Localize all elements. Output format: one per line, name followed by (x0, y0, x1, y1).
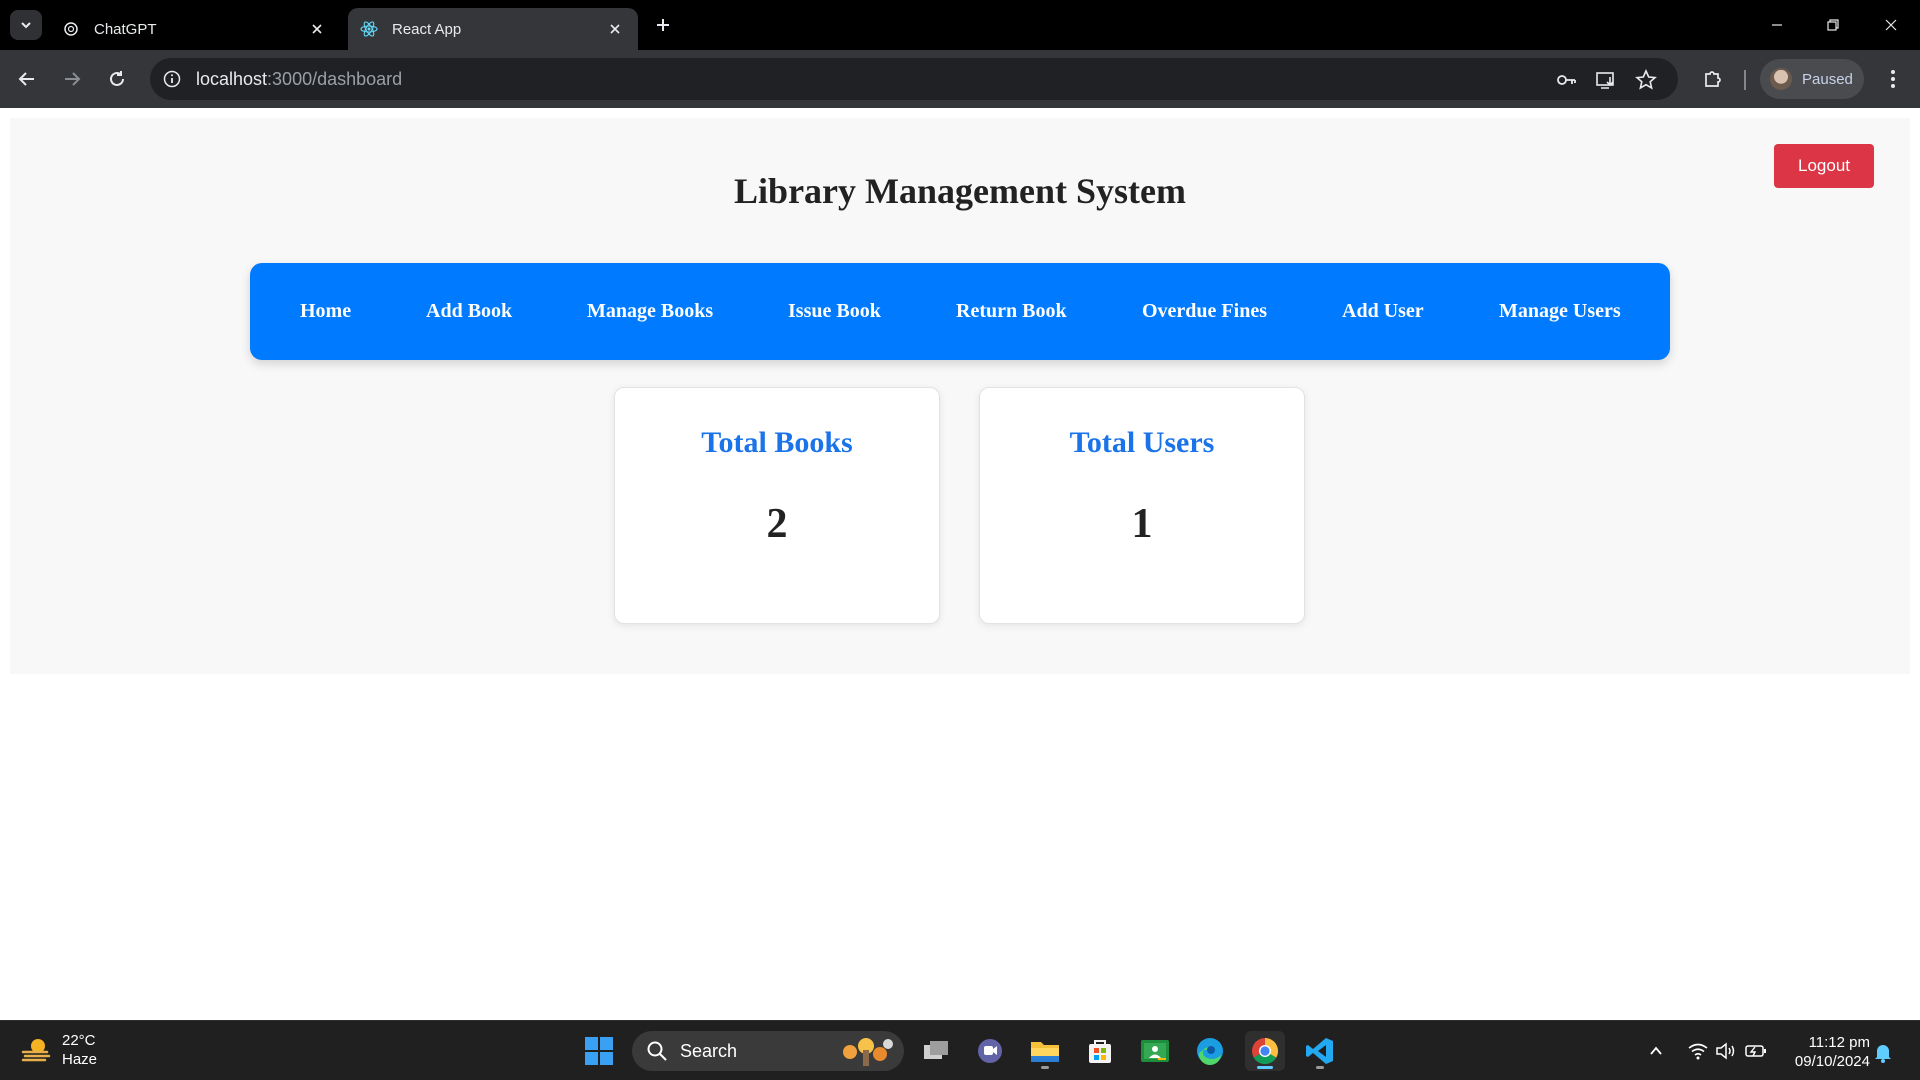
extensions-button[interactable] (1698, 64, 1728, 94)
card-title: Total Books (701, 426, 853, 459)
site-info-icon[interactable] (160, 67, 184, 91)
edge-icon (1197, 1038, 1223, 1066)
browser-tabstrip: ChatGPT React App (0, 0, 1920, 50)
nav-return-book[interactable]: Return Book (956, 300, 1067, 323)
tab-title: React App (392, 20, 462, 38)
kebab-menu-icon (1891, 70, 1895, 88)
microsoft-store-app[interactable] (1080, 1031, 1120, 1071)
address-bar[interactable]: localhost:3000/dashboard (150, 58, 1678, 100)
chrome-icon (1252, 1038, 1279, 1065)
arrow-right-icon (65, 72, 81, 86)
battery-charging-icon (1745, 1045, 1766, 1057)
tab-react-app[interactable]: React App (348, 8, 638, 50)
url-host: localhost (196, 69, 268, 89)
close-icon (1885, 19, 1897, 31)
key-icon[interactable] (1554, 68, 1578, 92)
active-indicator (1257, 1066, 1273, 1069)
forward-button[interactable] (57, 64, 87, 94)
reload-button[interactable] (102, 64, 132, 94)
close-icon[interactable] (604, 18, 626, 40)
main-navbar: Home Add Book Manage Books Issue Book Re… (250, 263, 1670, 360)
url-text: localhost:3000/dashboard (196, 69, 402, 90)
chatgpt-icon (62, 20, 80, 38)
avatar (1770, 68, 1792, 90)
react-icon (360, 20, 378, 38)
vscode-app[interactable] (1300, 1031, 1340, 1071)
restore-button[interactable] (1816, 8, 1850, 42)
browser-toolbar: localhost:3000/dashboard Paused (0, 50, 1920, 108)
total-users-card: Total Users 1 (979, 387, 1305, 624)
url-path: :3000/dashboard (267, 69, 403, 89)
haze-weather-icon (21, 1039, 51, 1062)
taskbar-search[interactable]: Search (632, 1031, 904, 1071)
nav-add-book[interactable]: Add Book (426, 300, 512, 323)
windows-start-icon[interactable] (584, 1036, 614, 1066)
notification-bell-icon[interactable] (1872, 1041, 1894, 1063)
minimize-icon (1772, 24, 1782, 26)
folder-icon (1031, 1042, 1059, 1062)
wifi-button[interactable] (1686, 1039, 1710, 1063)
card-title: Total Users (1069, 426, 1215, 459)
speaker-icon (1716, 1042, 1735, 1060)
reload-icon (110, 71, 124, 86)
search-icon (647, 1041, 667, 1061)
nav-issue-book[interactable]: Issue Book (788, 300, 881, 323)
plus-icon (657, 19, 669, 31)
windows-taskbar: 22°C Haze Search 11:12 pm 09/10/2024 (0, 1020, 1920, 1080)
tab-search-button[interactable] (10, 10, 42, 40)
back-button[interactable] (12, 64, 42, 94)
tab-title: ChatGPT (94, 20, 157, 38)
page-title: Library Management System (734, 171, 1186, 211)
store-icon (1089, 1040, 1111, 1063)
classroom-icon (1141, 1040, 1169, 1062)
taskbar-clock[interactable]: 11:12 pm 09/10/2024 (1784, 1033, 1870, 1071)
card-value: 2 (766, 501, 788, 547)
clock-time: 11:12 pm (1808, 1034, 1870, 1051)
close-icon[interactable] (306, 18, 328, 40)
running-indicator (1041, 1066, 1049, 1069)
total-books-card: Total Books 2 (614, 387, 940, 624)
install-app-icon[interactable] (1594, 68, 1618, 92)
edge-app[interactable] (1190, 1031, 1230, 1071)
teams-chat-icon (978, 1039, 1002, 1063)
puzzle-icon (1705, 71, 1721, 87)
nav-add-user[interactable]: Add User (1342, 300, 1424, 323)
toolbar-divider (1744, 70, 1746, 90)
show-hidden-icons-button[interactable] (1644, 1039, 1668, 1063)
teams-app[interactable] (970, 1031, 1010, 1071)
weather-temp: 22°C (62, 1032, 96, 1049)
file-explorer-app[interactable] (1025, 1031, 1065, 1071)
weather-desc: Haze (62, 1051, 98, 1068)
card-value: 1 (1131, 501, 1153, 547)
chevron-up-icon (1650, 1046, 1662, 1055)
nav-overdue-fines[interactable]: Overdue Fines (1142, 300, 1267, 323)
vscode-icon (1306, 1038, 1333, 1064)
wifi-icon (1688, 1043, 1708, 1060)
star-icon[interactable] (1634, 68, 1658, 92)
search-label: Search (680, 1040, 738, 1061)
nav-home[interactable]: Home (300, 300, 351, 323)
battery-button[interactable] (1744, 1039, 1768, 1063)
profile-status: Paused (1802, 70, 1853, 88)
profile-button[interactable]: Paused (1760, 59, 1864, 99)
minimize-button[interactable] (1760, 8, 1794, 42)
volume-button[interactable] (1714, 1039, 1738, 1063)
close-window-button[interactable] (1874, 8, 1908, 42)
new-tab-button[interactable] (650, 12, 676, 38)
chevron-down-icon (21, 22, 31, 29)
arrow-left-icon (18, 72, 34, 86)
nav-manage-users[interactable]: Manage Users (1499, 300, 1621, 323)
task-view-button[interactable] (916, 1031, 956, 1071)
running-indicator (1316, 1066, 1324, 1069)
chrome-app[interactable] (1245, 1031, 1285, 1071)
browser-menu-button[interactable] (1878, 64, 1908, 94)
restore-icon (1827, 19, 1839, 31)
classroom-app[interactable] (1135, 1031, 1175, 1071)
weather-widget[interactable]: 22°C Haze (20, 1031, 97, 1069)
nav-manage-books[interactable]: Manage Books (587, 300, 713, 323)
tab-chatgpt[interactable]: ChatGPT (50, 8, 340, 50)
clock-date: 09/10/2024 (1794, 1053, 1870, 1070)
search-highlight-icon (843, 1038, 893, 1066)
task-view-icon (924, 1041, 948, 1059)
